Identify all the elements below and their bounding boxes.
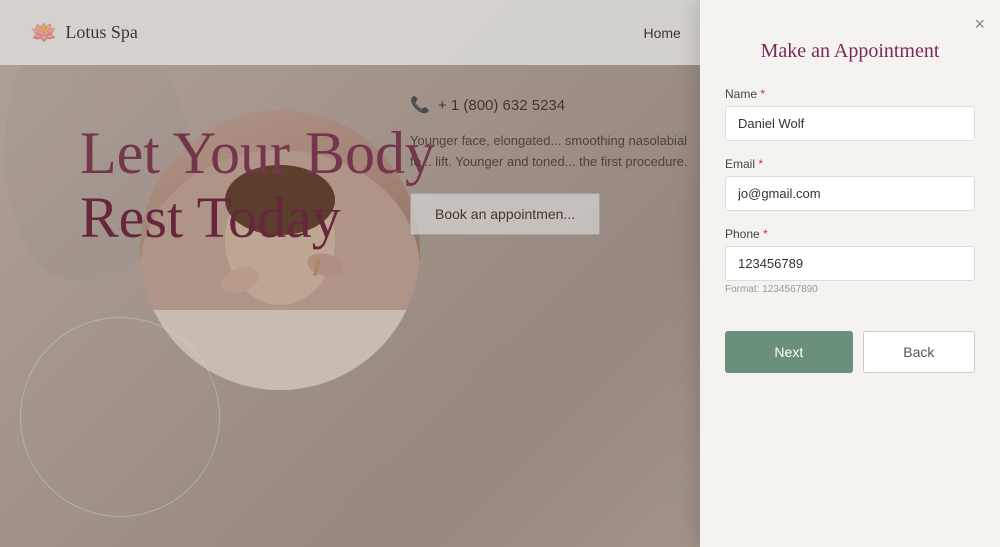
phone-required-marker: * [763,227,768,241]
email-label: Email * [725,157,975,171]
name-form-group: Name * [725,87,975,141]
email-required-marker: * [758,157,763,171]
phone-format-hint: Format: 1234567890 [725,284,975,295]
phone-input[interactable] [725,246,975,281]
phone-label: Phone * [725,227,975,241]
next-button[interactable]: Next [725,331,853,373]
modal-title: Make an Appointment [725,40,975,63]
name-required-marker: * [760,87,765,101]
name-input[interactable] [725,106,975,141]
modal-close-button[interactable]: × [974,15,985,33]
phone-form-group: Phone * Format: 1234567890 [725,227,975,295]
form-button-row: Next Back [725,331,975,373]
email-form-group: Email * [725,157,975,211]
back-button[interactable]: Back [863,331,975,373]
appointment-modal: × Make an Appointment Name * Email * Pho… [700,0,1000,547]
email-input[interactable] [725,176,975,211]
name-label: Name * [725,87,975,101]
modal-overlay [0,0,700,547]
